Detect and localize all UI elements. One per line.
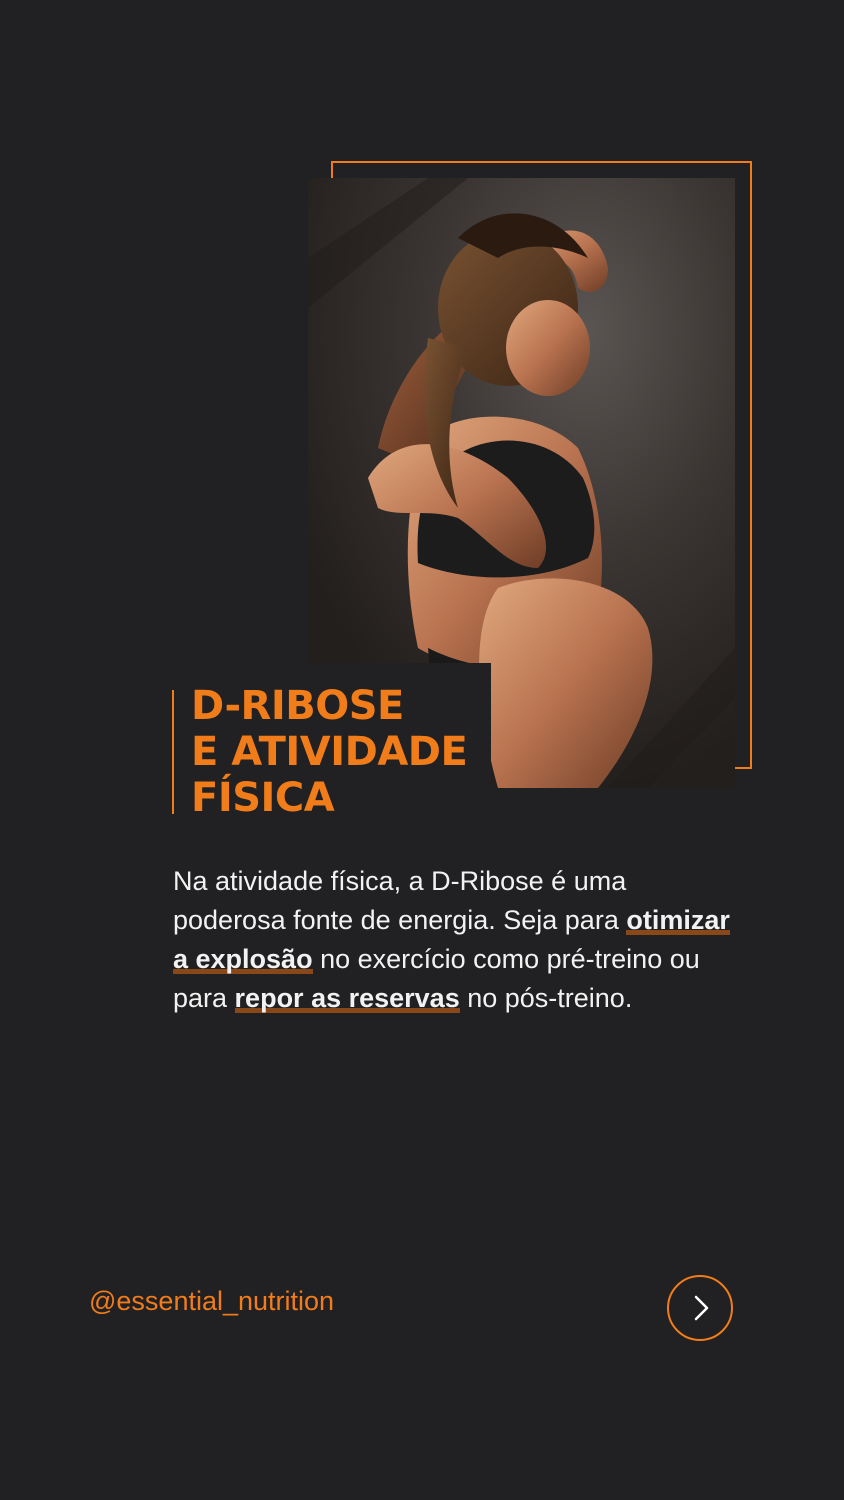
body-text-part-3: no pós-treino. bbox=[459, 983, 633, 1013]
instagram-handle[interactable]: @essential_nutrition bbox=[89, 1286, 334, 1317]
title-accent-bar bbox=[172, 690, 174, 814]
next-slide-button[interactable] bbox=[667, 1275, 733, 1341]
body-paragraph: Na atividade física, a D-Ribose é uma po… bbox=[173, 862, 733, 1018]
story-slide: D-RIBOSE E ATIVIDADE FÍSICA Na atividade… bbox=[0, 0, 844, 1500]
title-line-3: FÍSICA bbox=[191, 775, 335, 821]
body-text-part-1: Na atividade física, a D-Ribose é uma po… bbox=[173, 866, 627, 935]
title-line-2: E ATIVIDADE bbox=[191, 729, 468, 775]
title-line-1: D-RIBOSE bbox=[191, 683, 404, 729]
highlight-restore-reserves: repor as reservas bbox=[234, 983, 460, 1015]
chevron-right-icon bbox=[694, 1295, 709, 1321]
